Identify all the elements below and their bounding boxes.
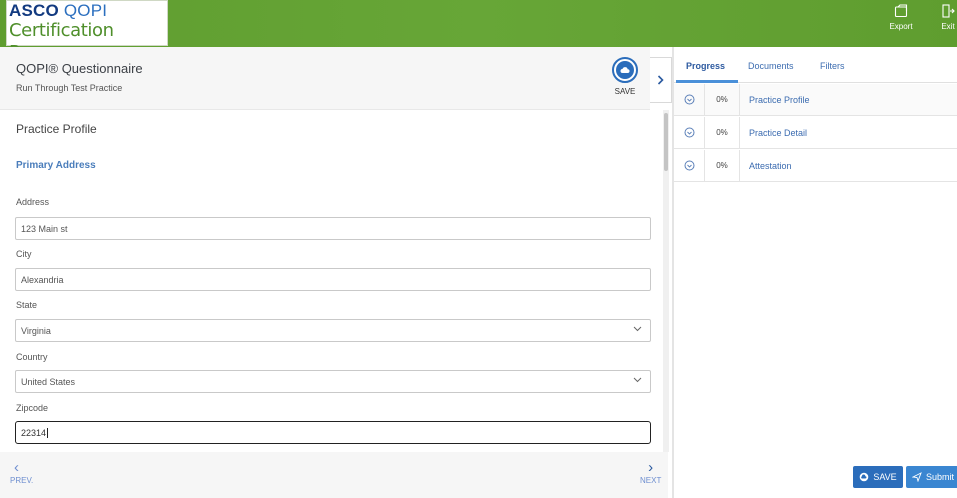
progress-row[interactable]: 0% Attestation xyxy=(674,150,957,182)
status-circle-icon xyxy=(684,160,694,171)
submit-button[interactable]: Submit xyxy=(906,466,957,488)
active-tab-indicator xyxy=(676,80,738,83)
save-top-label: SAVE xyxy=(614,87,636,96)
state-value: Virginia xyxy=(21,326,51,336)
section-title: Practice Profile xyxy=(16,122,97,136)
zipcode-input[interactable]: 22314 xyxy=(15,421,651,444)
chevron-down-icon xyxy=(633,326,642,332)
status-circle-icon xyxy=(684,127,694,138)
next-button[interactable]: › NEXT xyxy=(640,459,662,486)
cloud-save-icon xyxy=(860,472,869,482)
exit-button[interactable]: Exit xyxy=(938,4,957,31)
logo-qopi-text: QOPI xyxy=(63,1,108,20)
progress-row[interactable]: 0% Practice Detail xyxy=(674,117,957,149)
send-icon xyxy=(912,472,922,482)
chevron-right-icon xyxy=(657,75,664,85)
asco-qopi-logo: ASCO QOPI Certification Program xyxy=(6,0,168,63)
state-label: State xyxy=(16,300,38,310)
save-button-label: SAVE xyxy=(873,472,897,482)
state-select[interactable]: Virginia xyxy=(15,319,651,342)
exit-icon xyxy=(942,4,955,18)
status-circle-icon xyxy=(684,94,694,105)
form-scrollbar-thumb[interactable] xyxy=(664,113,668,171)
zipcode-label: Zipcode xyxy=(16,403,49,413)
subsection-title: Primary Address xyxy=(16,160,96,171)
prev-button[interactable]: ‹ PREV. xyxy=(10,459,34,486)
country-label: Country xyxy=(16,352,48,362)
city-label: City xyxy=(16,249,32,259)
progress-percent: 0% xyxy=(704,117,740,148)
next-label: NEXT xyxy=(640,476,662,485)
logo-asco-text: ASCO xyxy=(9,1,59,20)
export-label: Export xyxy=(889,22,913,31)
progress-percent: 0% xyxy=(704,150,740,181)
country-value: United States xyxy=(21,377,76,387)
tab-documents[interactable]: Documents xyxy=(748,61,794,71)
form-footer: ‹ PREV. › NEXT xyxy=(0,452,668,498)
city-input[interactable]: Alexandria xyxy=(15,268,651,291)
prev-label: PREV. xyxy=(10,476,34,485)
city-value: Alexandria xyxy=(21,275,64,285)
zipcode-value: 22314 xyxy=(21,428,47,438)
submit-button-label: Submit xyxy=(926,472,955,482)
chevron-right-icon: › xyxy=(648,459,654,476)
address-value: 123 Main st xyxy=(21,224,68,234)
questionnaire-panel: QOPI® Questionnaire Run Through Test Pra… xyxy=(0,47,672,498)
progress-percent: 0% xyxy=(704,84,740,115)
progress-panel: Progress Documents Filters 0% Practice P… xyxy=(674,47,957,498)
tab-progress[interactable]: Progress xyxy=(686,61,725,71)
questionnaire-title: QOPI® Questionnaire xyxy=(16,61,143,76)
progress-section-link[interactable]: Practice Profile xyxy=(749,95,810,105)
tab-filters[interactable]: Filters xyxy=(820,61,845,71)
save-button[interactable]: SAVE xyxy=(853,466,903,488)
country-select[interactable]: United States xyxy=(15,370,651,393)
questionnaire-header: QOPI® Questionnaire Run Through Test Pra… xyxy=(0,47,650,110)
exit-label: Exit xyxy=(941,22,955,31)
export-icon xyxy=(894,4,908,18)
right-panel-tabs: Progress Documents Filters xyxy=(674,47,957,83)
chevron-down-icon xyxy=(633,377,642,383)
collapse-panel-toggle[interactable] xyxy=(650,57,672,103)
app-header: ASCO QOPI Certification Program Export E… xyxy=(0,0,957,63)
progress-row[interactable]: 0% Practice Profile xyxy=(674,84,957,116)
cloud-save-icon xyxy=(620,67,630,74)
questionnaire-subtitle: Run Through Test Practice xyxy=(16,83,123,93)
export-button[interactable]: Export xyxy=(886,4,916,31)
progress-section-link[interactable]: Attestation xyxy=(749,161,792,171)
chevron-left-icon: ‹ xyxy=(14,459,19,476)
address-input[interactable]: 123 Main st xyxy=(15,217,651,240)
save-top-button[interactable]: SAVE xyxy=(610,57,640,96)
address-label: Address xyxy=(16,197,50,207)
progress-section-link[interactable]: Practice Detail xyxy=(749,128,807,138)
